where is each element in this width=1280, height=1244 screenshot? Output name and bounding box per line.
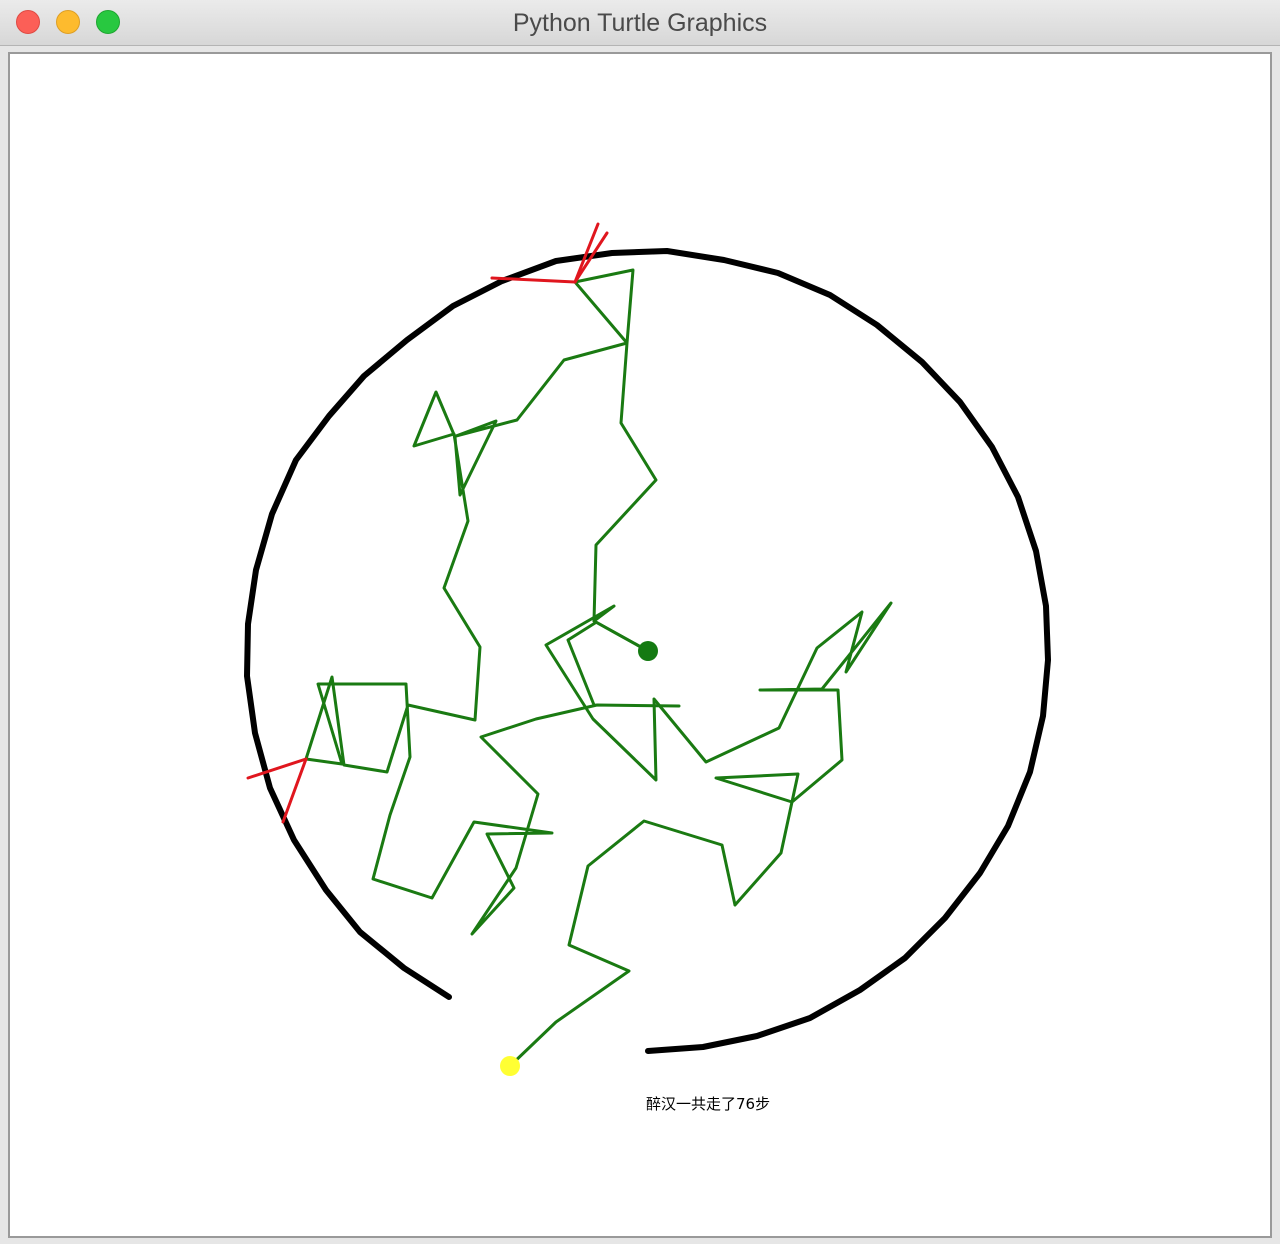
- drawing-svg: [244, 222, 1051, 1076]
- end-dot: [500, 1056, 520, 1076]
- drunk-walk-path-segment: [304, 268, 681, 936]
- start-dot: [638, 641, 658, 661]
- close-button[interactable]: [16, 10, 40, 34]
- drunk-walk-path: [508, 601, 893, 1068]
- title-bar[interactable]: Python Turtle Graphics: [0, 0, 1280, 46]
- step-count-message: 醉汉一共走了76步: [646, 1095, 771, 1113]
- turtle-window: Python Turtle Graphics 醉汉一共走了76步: [0, 0, 1280, 1244]
- failed-steps: [246, 222, 609, 824]
- zoom-button[interactable]: [96, 10, 120, 34]
- turtle-canvas[interactable]: 醉汉一共走了76步: [10, 55, 1270, 1235]
- window-title: Python Turtle Graphics: [512, 9, 768, 37]
- minimize-button[interactable]: [56, 10, 80, 34]
